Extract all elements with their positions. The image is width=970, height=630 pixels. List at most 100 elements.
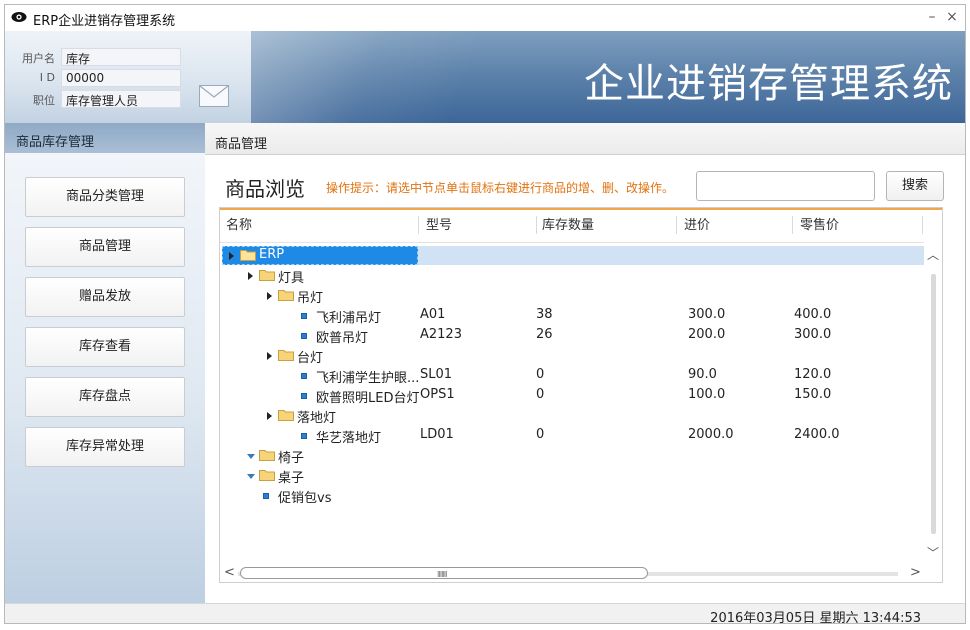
tree-row[interactable]: 吊灯: [220, 286, 924, 306]
expand-arrow-right-icon[interactable]: [267, 292, 272, 300]
cell-retail: 120.0: [794, 367, 832, 382]
window-title: ERP企业进销存管理系统: [33, 14, 176, 29]
inventory-exception-button[interactable]: 库存异常处理: [25, 427, 185, 467]
expand-arrow-right-icon[interactable]: [267, 412, 272, 420]
sidebar: 商品库存管理 商品分类管理 商品管理 赠品发放 库存查看 库存盘点 库存异常处理: [5, 123, 205, 623]
leaf-node-icon: [301, 393, 307, 399]
product-tree-table: 名称 型号 库存数量 进价 零售价 ERP 灯具吊灯 飞利浦吊灯 A01 38 300.0…: [219, 207, 943, 583]
username-value: 库存: [61, 48, 181, 66]
cell-stock: 0: [536, 387, 545, 402]
cell-stock: 38: [536, 307, 553, 322]
scroll-right-icon[interactable]: >: [910, 565, 921, 580]
product-management-button[interactable]: 商品管理: [25, 227, 185, 267]
cell-retail: 2400.0: [794, 427, 840, 442]
expand-arrow-down-icon[interactable]: [247, 454, 255, 459]
user-info-panel: 用户名 库存 I D 00000 职位 库存管理人员: [5, 31, 251, 123]
scroll-grip: IIIIIII: [437, 570, 447, 579]
main-header-label: 商品管理: [215, 137, 268, 152]
tree-row[interactable]: 桌子: [220, 466, 924, 486]
envelope-icon[interactable]: [199, 85, 229, 107]
cell-name: 椅子: [278, 451, 305, 466]
cell-cost: 100.0: [688, 387, 726, 402]
main-panel: 商品管理 商品浏览 操作提示：请选中节点单击鼠标右键进行商品的增、删、改操作。 …: [205, 123, 965, 603]
cell-name: 落地灯: [297, 411, 337, 426]
main-header: 商品管理: [205, 123, 965, 155]
tree-row[interactable]: 促销包vs: [220, 486, 924, 506]
scroll-down-icon[interactable]: ﹀: [927, 544, 939, 561]
leaf-node-icon: [301, 433, 307, 439]
cell-cost: 2000.0: [688, 427, 734, 442]
expand-arrow-down-icon[interactable]: [247, 474, 255, 479]
search-input[interactable]: [696, 171, 875, 201]
position-label: 职位: [33, 94, 55, 107]
cell-name: 华艺落地灯: [316, 431, 382, 446]
cell-retail: 300.0: [794, 327, 832, 342]
search-button[interactable]: 搜索: [886, 171, 944, 201]
cell-stock: 0: [536, 427, 545, 442]
id-value: 00000: [61, 69, 181, 87]
tree-row[interactable]: 欧普吊灯 A2123 26 200.0 300.0: [220, 326, 924, 346]
gift-distribution-button[interactable]: 赠品发放: [25, 277, 185, 317]
tree-row[interactable]: 欧普照明LED台灯 OPS1 0 100.0 150.0: [220, 386, 924, 406]
expand-arrow-right-icon[interactable]: [248, 272, 253, 280]
cell-model: OPS1: [420, 387, 455, 402]
tree-row[interactable]: 台灯: [220, 346, 924, 366]
column-header-retail[interactable]: 零售价: [800, 210, 839, 242]
folder-icon: [278, 350, 294, 361]
vertical-scroll-thumb[interactable]: [931, 274, 936, 534]
folder-icon: [278, 290, 294, 301]
cell-name: 桌子: [278, 471, 305, 486]
header-banner: 用户名 库存 I D 00000 职位 库存管理人员 企业进销存管理系统: [5, 31, 965, 123]
vertical-scrollbar[interactable]: ︿ ﹀: [924, 244, 942, 564]
cell-name: 欧普吊灯: [316, 331, 369, 346]
column-header-name[interactable]: 名称: [226, 210, 252, 242]
inventory-count-button[interactable]: 库存盘点: [25, 377, 185, 417]
cell-name: 飞利浦学生护眼...: [316, 371, 420, 386]
tree-row[interactable]: ERP: [220, 246, 924, 266]
minimize-button[interactable]: –: [923, 8, 941, 26]
cell-cost: 200.0: [688, 327, 726, 342]
horizontal-scroll-thumb[interactable]: IIIIIII: [240, 567, 648, 579]
scroll-up-icon[interactable]: ︿: [927, 246, 939, 263]
status-datetime: 2016年03月05日 星期六 13:44:53: [710, 611, 921, 624]
cell-name: 灯具: [278, 271, 305, 286]
folder-icon: [240, 250, 256, 261]
category-management-button[interactable]: 商品分类管理: [25, 177, 185, 217]
column-header-cost[interactable]: 进价: [684, 210, 710, 242]
tree-row[interactable]: 飞利浦吊灯 A01 38 300.0 400.0: [220, 306, 924, 326]
close-button[interactable]: ×: [943, 8, 961, 26]
cell-name: 欧普照明LED台灯: [316, 391, 420, 406]
sidebar-header-label: 商品库存管理: [16, 135, 95, 150]
tree-row[interactable]: 飞利浦学生护眼... SL01 0 90.0 120.0: [220, 366, 924, 386]
tree-row[interactable]: 落地灯: [220, 406, 924, 426]
scroll-left-icon[interactable]: <: [224, 565, 235, 580]
horizontal-scrollbar[interactable]: < IIIIIII >: [220, 564, 924, 582]
cell-model: LD01: [420, 427, 454, 442]
cell-retail: 400.0: [794, 307, 832, 322]
folder-icon: [259, 470, 275, 481]
cell-stock: 0: [536, 367, 545, 382]
column-header-model[interactable]: 型号: [426, 210, 452, 242]
tree-row[interactable]: 华艺落地灯 LD01 0 2000.0 2400.0: [220, 426, 924, 446]
username-label: 用户名: [22, 52, 55, 65]
leaf-node-icon: [301, 373, 307, 379]
cell-name: 吊灯: [297, 291, 324, 306]
expand-arrow-right-icon[interactable]: [229, 252, 234, 260]
cell-name: ERP: [259, 247, 285, 262]
cell-stock: 26: [536, 327, 553, 342]
column-header-stock[interactable]: 库存数量: [542, 210, 594, 242]
tree-row[interactable]: 椅子: [220, 446, 924, 466]
folder-icon: [259, 450, 275, 461]
expand-arrow-right-icon[interactable]: [267, 352, 272, 360]
id-label: I D: [39, 71, 55, 84]
cell-name: 台灯: [297, 351, 324, 366]
cell-name: 飞利浦吊灯: [316, 311, 382, 326]
cell-retail: 150.0: [794, 387, 832, 402]
sidebar-header: 商品库存管理: [5, 123, 205, 153]
tree-row[interactable]: 灯具: [220, 266, 924, 286]
inventory-view-button[interactable]: 库存查看: [25, 327, 185, 367]
cell-cost: 90.0: [688, 367, 717, 382]
app-window: ERP企业进销存管理系统 – × 用户名 库存 I D 00000 职位 库存管…: [4, 4, 966, 624]
status-bar: 2016年03月05日 星期六 13:44:53: [5, 603, 965, 624]
leaf-node-icon: [301, 333, 307, 339]
